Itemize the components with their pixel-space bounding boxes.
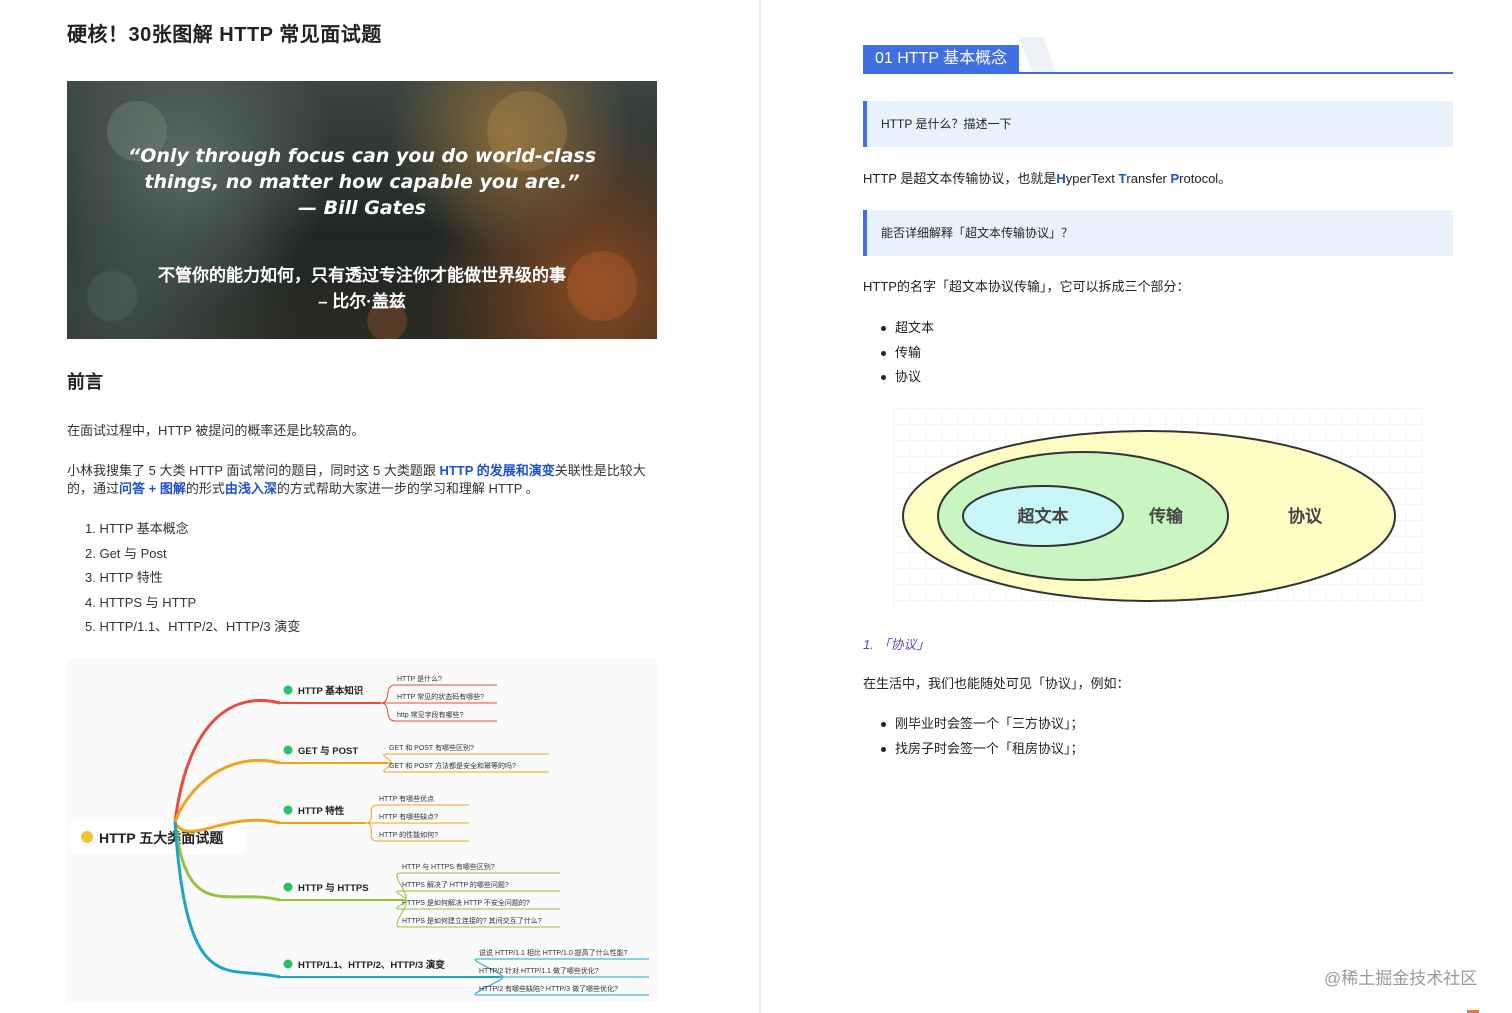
check-icon	[283, 882, 293, 892]
venn-svg: 超文本 传输 协议	[893, 408, 1425, 608]
middle-label: 传输	[1148, 506, 1184, 526]
mindmap-leaf-connector	[380, 684, 396, 704]
mindmap-leaf-connector	[383, 753, 392, 764]
toc-item: 2. Get 与 Post	[85, 545, 167, 561]
check-icon	[283, 959, 293, 969]
text-span: ransfer	[1126, 171, 1171, 186]
mindmap-leaf-label: http 常见字段有哪些?	[397, 710, 464, 719]
mindmap-leaf-label: GET 和 POST 方法都是安全和幂等的吗?	[389, 761, 516, 770]
mindmap-leaf-connector	[365, 822, 378, 842]
mindmap-branch-label: HTTP/1.1、HTTP/2、HTTP/3 演变	[298, 959, 445, 971]
check-icon	[283, 805, 293, 815]
text-span: HTTP 是超文本传输协议，也就是	[863, 171, 1057, 186]
highlight-text: 由浅入深	[224, 481, 277, 496]
text-span: 小林我搜集了 5 大类 HTTP 面试常问的题目，同时这 5 大类题跟	[67, 463, 440, 478]
toc-item: 4. HTTPS 与 HTTP	[85, 594, 197, 610]
mindmap-leaf-label: HTTPS 是如何建立连接的? 其间交互了什么?	[402, 916, 542, 925]
question-callout-1: HTTP 是什么？描述一下	[863, 101, 1453, 147]
section-underline	[863, 72, 1453, 74]
section-tag: 01 HTTP 基本概念	[863, 45, 1020, 73]
quote-en-author: — Bill Gates	[298, 197, 426, 219]
quote-cn-author: – 比尔·盖兹	[318, 292, 406, 311]
check-icon	[283, 685, 293, 695]
text-span: 的方式帮助大家进一步的学习和理解 HTTP 。	[276, 481, 539, 496]
highlight-text: 问答 + 图解	[119, 481, 186, 496]
article-title: 硬核！30张图解 HTTP 常见面试题	[67, 24, 382, 46]
mindmap-branch-label: HTTP 基本知识	[298, 685, 364, 697]
mindmap-leaf-label: HTTP 是什么?	[397, 674, 442, 683]
mindmap-branch-curve	[173, 758, 281, 823]
inner-label: 超文本	[1018, 506, 1069, 526]
mindmap-leaf-label: HTTPS 解决了 HTTP 的哪些问题?	[402, 880, 509, 889]
mindmap-leaf-label: HTTP 有哪些缺点?	[379, 812, 438, 821]
preface-heading: 前言	[67, 372, 103, 392]
document-page: 硬核！30张图解 HTTP 常见面试题 “Only through focus …	[0, 0, 1512, 1013]
emoji-icon	[81, 831, 93, 843]
parts-item: 传输	[879, 344, 934, 369]
highlight-text: HTTP 的发展和演变	[439, 463, 555, 478]
highlight-letter: H	[1056, 171, 1066, 186]
mindmap-root-label: HTTP 五大类面试题	[99, 830, 224, 846]
answer-1: HTTP 是超文本传输协议，也就是HyperText Transfer Prot…	[863, 170, 1231, 188]
parts-item: 协议	[879, 368, 934, 393]
answer-2: HTTP的名字「超文本协议传输」，它可以拆成三个部分：	[863, 279, 1190, 294]
mindmap-leaf-label: GET 和 POST 有哪些区别?	[389, 743, 474, 752]
example-item: 找房子时会签一个「租房协议」；	[879, 740, 1084, 765]
mindmap-leaf-label: HTTP 与 HTTPS 有哪些区别?	[402, 862, 495, 871]
parts-list: 超文本 传输 协议	[879, 319, 934, 393]
mindmap-branch-label: HTTP 与 HTTPS	[298, 882, 369, 894]
text-span: 的形式	[185, 481, 225, 496]
toc-item: 1. HTTP 基本概念	[85, 521, 189, 536]
mindmap-svg: HTTP 五大类面试题 HTTP 基本知识 HTTP 是什么? HTTP 常见的状态码…	[71, 674, 649, 996]
mindmap-branch-label: HTTP 特性	[298, 805, 345, 817]
question-callout-2: 能否详细解释「超文本传输协议」？	[863, 210, 1453, 256]
preface-paragraph-1: 在面试过程中，HTTP 被提问的概率还是比较高的。	[67, 423, 365, 438]
mindmap-leaf-label: HTTP 的性能如何?	[379, 830, 438, 839]
quote-en-line: “Only through focus can you do world-cla…	[127, 145, 597, 167]
mindmap-leaf-label: HTTPS 是如何解决 HTTP 不安全问题的?	[402, 898, 530, 907]
left-page: 硬核！30张图解 HTTP 常见面试题 “Only through focus …	[0, 0, 760, 1013]
numbered-heading: 1. 「协议」	[863, 637, 930, 652]
examples-list: 刚毕业时会签一个「三方协议」； 找房子时会签一个「租房协议」；	[879, 715, 1084, 764]
outer-label: 协议	[1288, 506, 1323, 526]
text-span: rotocol。	[1179, 171, 1232, 186]
mindmap-leaf-label: HTTP/2 有哪些缺陷? HTTP/3 做了哪些优化?	[479, 984, 618, 993]
parts-item: 超文本	[879, 319, 934, 344]
mindmap-diagram: HTTP 五大类面试题 HTTP 基本知识 HTTP 是什么? HTTP 常见的状态码…	[67, 658, 657, 1002]
http-venn-diagram: 超文本 传输 协议	[893, 408, 1425, 608]
answer-3: 在生活中，我们也能随处可见「协议」，例如：	[863, 676, 1130, 691]
mindmap-leaf-label: HTTP/2 针对 HTTP/1.1 做了哪些优化?	[479, 966, 599, 975]
toc-item: 5. HTTP/1.1、HTTP/2、HTTP/3 演变	[85, 619, 301, 635]
highlight-letter: P	[1170, 171, 1180, 186]
section-tag-decoration	[1019, 37, 1057, 73]
preface-paragraph-2: 小林我搜集了 5 大类 HTTP 面试常问的题目，同时这 5 大类题跟 HTTP…	[67, 462, 657, 498]
quote-english: “Only through focus can you do world-cla…	[67, 143, 657, 221]
quote-en-line: things, no matter how capable you are.”	[144, 171, 580, 193]
mindmap-leaf-label: 说说 HTTP/1.1 相比 HTTP/1.0 提高了什么性能?	[479, 948, 628, 957]
section-header: 01 HTTP 基本概念	[863, 37, 1453, 75]
right-page: 01 HTTP 基本概念 HTTP 是什么？描述一下 HTTP 是超文本传输协议…	[761, 0, 1512, 1013]
example-item: 刚毕业时会签一个「三方协议」；	[879, 715, 1084, 740]
quote-cn-line: 不管你的能力如何，只有透过专注你才能做世界级的事	[158, 266, 566, 285]
mindmap-leaf-label: HTTP 有哪些优点	[379, 794, 434, 803]
mindmap-branch-label: GET 与 POST	[298, 745, 358, 757]
hero-quote-image: “Only through focus can you do world-cla…	[67, 81, 657, 339]
check-icon	[283, 745, 293, 755]
quote-chinese: 不管你的能力如何，只有透过专注你才能做世界级的事 – 比尔·盖兹	[67, 263, 657, 315]
text-span: yperText	[1065, 171, 1119, 186]
watermark: @稀土掘金技术社区	[1324, 969, 1478, 988]
mindmap-leaf-connector	[365, 804, 378, 824]
mindmap-leaf-connector	[380, 702, 396, 722]
mindmap-leaf-label: HTTP 常见的状态码有哪些?	[397, 692, 484, 701]
toc-list: 1. HTTP 基本概念 2. Get 与 Post 3. HTTP 特性 4.…	[85, 519, 300, 642]
toc-item: 3. HTTP 特性	[85, 570, 163, 586]
